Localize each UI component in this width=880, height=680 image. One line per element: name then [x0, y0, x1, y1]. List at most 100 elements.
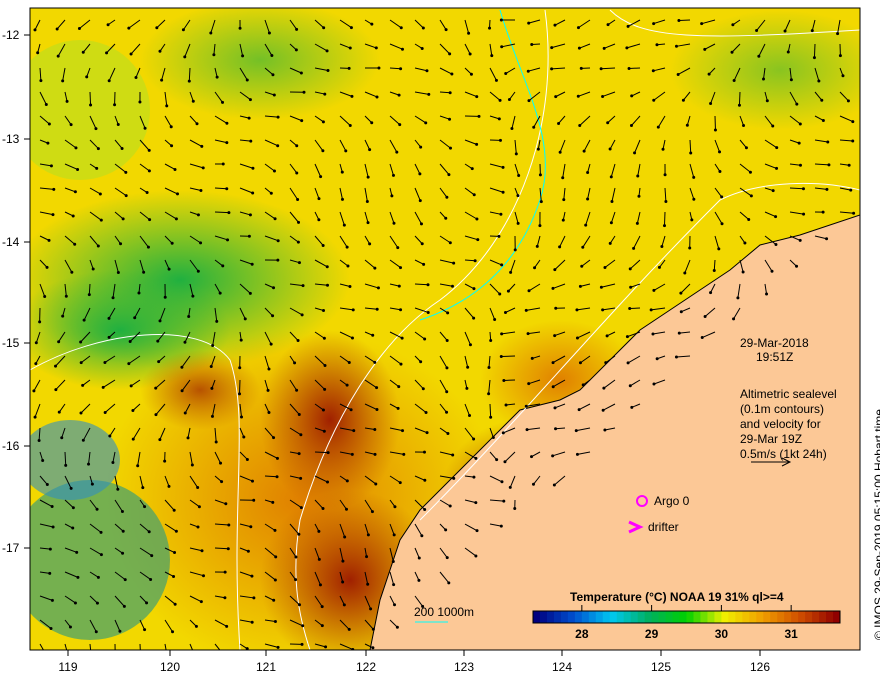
arrow-head: [489, 415, 493, 419]
arrow-head: [444, 528, 448, 532]
arrow-head: [472, 475, 476, 479]
arrow-head: [79, 340, 83, 344]
arrow-head: [158, 438, 162, 442]
colorbar-segment: [812, 611, 820, 623]
arrow-head: [81, 438, 85, 442]
arrow-head: [61, 314, 65, 318]
arrow-head: [368, 148, 372, 152]
arrow-head: [797, 141, 801, 145]
arrow-head: [56, 54, 60, 58]
arrow-head: [472, 193, 476, 197]
arrow-head: [225, 624, 229, 628]
arrow-head: [274, 555, 278, 559]
arrow-head: [495, 458, 499, 462]
arrow-head: [391, 559, 395, 563]
arrow-head: [210, 386, 214, 390]
arrow-head: [629, 124, 633, 128]
arrow-head: [554, 95, 558, 99]
arrow-head: [240, 415, 244, 419]
arrow-head: [836, 32, 840, 36]
arrow-head: [820, 98, 824, 102]
arrow-head: [601, 94, 605, 98]
arrow-head: [252, 498, 256, 502]
colorbar-segment: [784, 611, 792, 623]
arrow-head: [765, 292, 769, 296]
arrow-head: [71, 506, 75, 510]
arrow-head: [451, 453, 455, 457]
colorbar-segment: [560, 611, 569, 623]
arrow-head: [171, 630, 175, 634]
arrow-head: [498, 292, 502, 296]
arrow-head: [272, 286, 276, 290]
arrow-head: [91, 267, 95, 271]
arrow-head: [452, 261, 456, 265]
arrow-head: [392, 583, 396, 587]
arrow-head: [272, 436, 276, 440]
arrow-head: [610, 199, 614, 203]
colorbar-segment: [714, 611, 722, 623]
arrow-head: [399, 26, 403, 30]
arrow-head: [351, 308, 355, 312]
arrow-head: [551, 361, 555, 365]
arrow-head: [269, 191, 273, 195]
arrow-head: [798, 163, 802, 167]
arrow-head: [219, 461, 223, 465]
arrow-head: [296, 197, 300, 201]
arrow-head: [85, 75, 89, 79]
arrow-head: [87, 293, 91, 297]
arrow-head: [446, 311, 450, 315]
arrow-head: [578, 284, 582, 288]
colorbar-segment: [658, 611, 667, 623]
arrow-head: [582, 149, 586, 153]
colorbar-segment: [693, 611, 701, 623]
colorbar-segment: [588, 611, 597, 623]
arrow-head: [402, 452, 406, 456]
arrow-head: [395, 625, 399, 629]
arrow-head: [181, 28, 185, 32]
date-label: 29-Mar-2018: [740, 336, 809, 350]
arrow-head: [507, 98, 511, 102]
arrow-head: [531, 482, 535, 486]
arrow-head: [526, 69, 530, 73]
arrow-head: [677, 331, 681, 335]
arrow-head: [847, 163, 851, 167]
arrow-head: [273, 528, 277, 532]
arrow-head: [503, 460, 507, 464]
arrow-head: [417, 556, 421, 560]
arrow-head: [626, 361, 630, 365]
arrow-head: [154, 413, 158, 417]
arrow-head: [399, 67, 403, 71]
arrow-head: [399, 266, 403, 270]
arrow-head: [736, 296, 740, 300]
arrow-head: [445, 366, 449, 370]
arrow-head: [142, 270, 146, 274]
arrow-head: [525, 428, 529, 432]
arrow-head: [239, 338, 243, 342]
arrow-head: [498, 98, 502, 102]
arrow-head: [321, 149, 325, 153]
arrow-head: [299, 506, 303, 510]
velocity-arrow: [89, 91, 92, 105]
arrow-head: [825, 187, 829, 191]
arrow-head: [660, 244, 664, 248]
arrow-head: [718, 150, 722, 154]
arrow-head: [530, 356, 534, 360]
arrow-head: [248, 291, 252, 295]
arrow-head: [225, 121, 229, 125]
arrow-head: [802, 212, 806, 216]
arrow-head: [609, 221, 613, 225]
arrow-head: [95, 507, 99, 511]
arrow-head: [272, 169, 276, 173]
arrow-head: [445, 410, 449, 414]
arrow-head: [121, 529, 125, 533]
arrow-head: [352, 429, 356, 433]
arrow-head: [391, 173, 395, 177]
arrow-head: [350, 452, 354, 456]
arrow-head: [674, 355, 678, 359]
arrow-head: [652, 382, 656, 386]
arrow-head: [849, 188, 853, 192]
arrow-head: [396, 246, 400, 250]
arrow-head: [524, 308, 528, 312]
arrow-head: [732, 79, 736, 83]
arrow-head: [326, 451, 330, 455]
